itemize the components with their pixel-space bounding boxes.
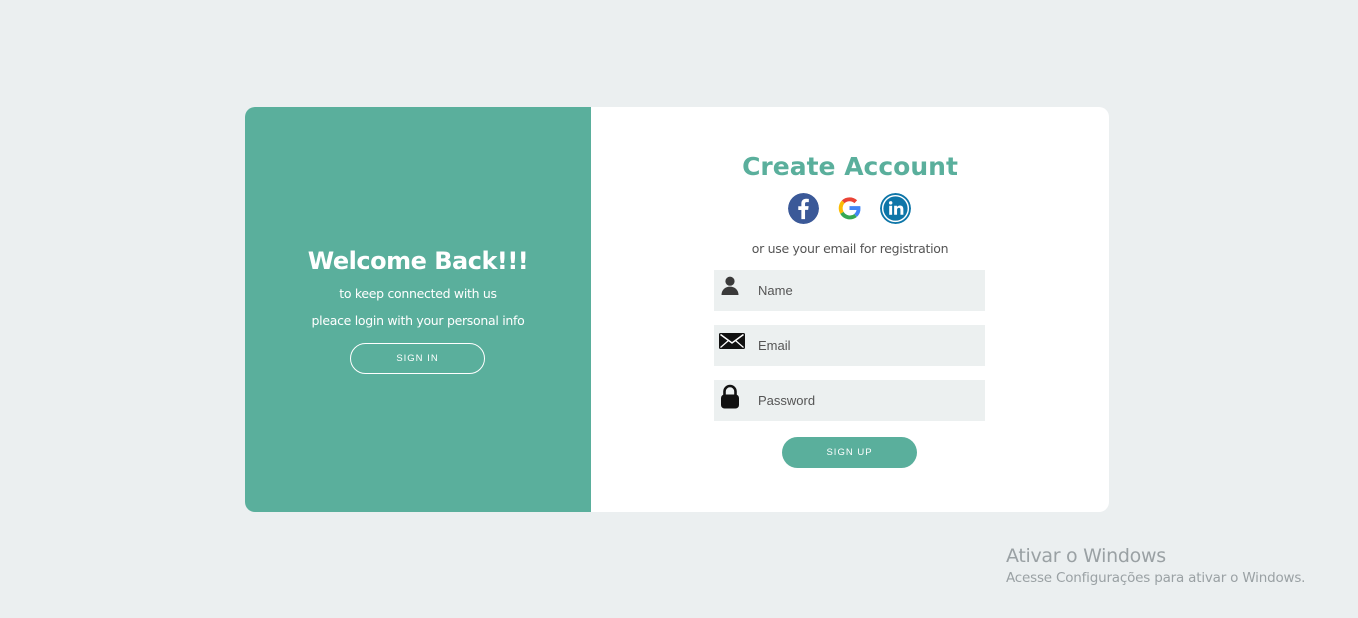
email-field [714, 325, 985, 366]
envelope-icon [719, 333, 745, 349]
create-account-panel: Create Account or use your email for reg… [591, 107, 1109, 512]
email-input[interactable] [752, 325, 983, 366]
name-field [714, 270, 985, 311]
welcome-panel: Welcome Back!!! to keep connected with u… [245, 107, 591, 512]
sign-in-button[interactable]: SIGN IN [350, 343, 485, 374]
welcome-title: Welcome Back!!! [307, 247, 529, 275]
windows-activation-watermark: Ativar o Windows Acesse Configurações pa… [1006, 545, 1305, 586]
signup-card: Welcome Back!!! to keep connected with u… [245, 107, 1109, 512]
sign-up-button[interactable]: SIGN UP [782, 437, 917, 468]
watermark-title: Ativar o Windows [1006, 545, 1166, 567]
welcome-subtitle-line-2: pleace login with your personal info [311, 313, 525, 328]
user-icon [721, 276, 739, 295]
password-field [714, 380, 985, 421]
linkedin-icon[interactable] [880, 193, 911, 224]
registration-hint: or use your email for registration [751, 241, 949, 256]
welcome-subtitle-line-1: to keep connected with us [339, 286, 497, 301]
lock-icon [721, 384, 739, 409]
watermark-subtitle: Acesse Configurações para ativar o Windo… [1006, 570, 1306, 586]
password-input[interactable] [752, 380, 983, 421]
name-input[interactable] [752, 270, 983, 311]
google-icon[interactable] [834, 193, 865, 224]
facebook-icon[interactable] [788, 193, 819, 224]
create-account-title: Create Account [742, 152, 958, 181]
